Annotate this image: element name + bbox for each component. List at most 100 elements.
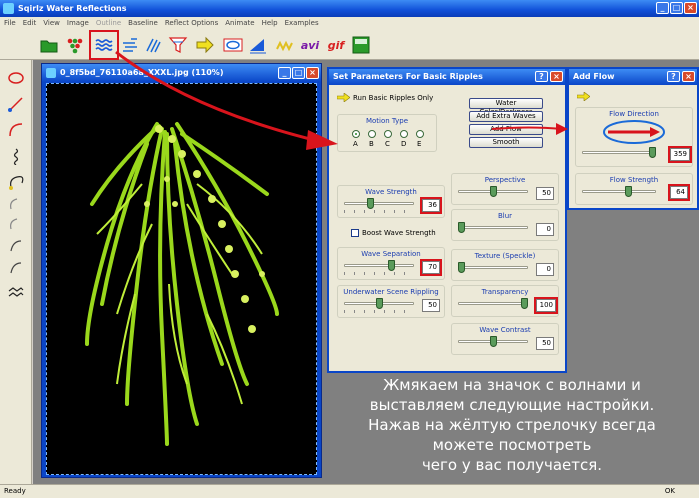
flow-help-button[interactable]: ? (667, 71, 680, 82)
image-icon (46, 68, 56, 78)
lasso-tool-3-icon[interactable] (6, 214, 26, 234)
texture-slider[interactable] (458, 262, 465, 273)
wave-separation-track[interactable] (344, 264, 414, 267)
flow-strength-value[interactable]: 64 (668, 184, 690, 201)
app-title: Sqirlz Water Reflections (18, 4, 127, 13)
run-flow-arrow-icon[interactable] (577, 92, 590, 101)
menu-help[interactable]: Help (262, 17, 278, 30)
menu-edit[interactable]: Edit (23, 17, 37, 30)
wave-strength-track[interactable] (344, 202, 414, 205)
wave-separation-label: Wave Separation (361, 250, 421, 258)
add-flow-dialog: Add Flow ? × Flow Direction 359 Flow Str… (567, 67, 699, 210)
annotation-text: Жмякаем на значок с волнами и выставляем… (332, 375, 692, 475)
water-color-button[interactable]: Water Color/Darkness (469, 98, 543, 116)
motion-label-a: A (353, 140, 358, 148)
texture-track[interactable] (458, 266, 528, 269)
flow-direction-track[interactable] (582, 151, 656, 154)
perspective-slider[interactable] (489, 186, 497, 197)
add-flow-title-bar: Add Flow ? × (569, 69, 697, 85)
motion-radio-b[interactable] (368, 130, 376, 138)
ellipse-tool-icon[interactable] (6, 68, 26, 88)
menu-reflect-options[interactable]: Reflect Options (165, 17, 218, 30)
motion-label-c: C (385, 140, 390, 148)
minimize-button[interactable]: _ (656, 2, 669, 14)
lasso-tool-2-icon[interactable] (6, 194, 26, 214)
flow-strength-slider[interactable] (624, 186, 632, 197)
wave-separation-value[interactable]: 70 (420, 259, 442, 276)
status-bar: Ready OK (0, 484, 699, 498)
wave-strength-group: Wave Strength 36 (337, 185, 445, 218)
line-tool-icon[interactable] (6, 94, 26, 114)
perspective-value[interactable]: 50 (536, 187, 554, 200)
blur-track[interactable] (458, 226, 528, 229)
blur-value[interactable]: 0 (536, 223, 554, 236)
wave-strength-label: Wave Strength (365, 188, 417, 196)
zigzag-tool-icon[interactable] (6, 282, 26, 302)
add-flow-pointer-icon (491, 123, 568, 135)
flow-close-button[interactable]: × (682, 71, 695, 82)
underwater-group: Underwater Scene Rippling 50 (337, 285, 445, 318)
lasso-tool-icon[interactable] (6, 172, 26, 192)
ripples-dialog-title: Set Parameters For Basic Ripples (333, 72, 483, 81)
bend-tool-2-icon[interactable] (6, 258, 26, 278)
transparency-group: Transparency 100 (451, 285, 559, 317)
flow-strength-track[interactable] (582, 190, 656, 193)
menu-baseline[interactable]: Baseline (128, 17, 158, 30)
panel-layout-icon[interactable] (350, 34, 372, 56)
flow-direction-slider[interactable] (649, 147, 656, 158)
motion-type-label: Motion Type (365, 117, 409, 125)
motion-radio-d[interactable] (400, 130, 408, 138)
blur-slider[interactable] (458, 222, 465, 233)
run-ripples-label: Run Basic Ripples Only (353, 94, 434, 102)
wave-strength-value[interactable]: 36 (420, 197, 442, 214)
menu-view[interactable]: View (43, 17, 60, 30)
close-button[interactable]: × (684, 2, 697, 14)
maximize-button[interactable]: □ (670, 2, 683, 14)
flow-direction-group: Flow Direction 359 (575, 107, 693, 167)
transparency-slider[interactable] (521, 298, 528, 309)
motion-label-d: D (401, 140, 407, 148)
motion-radio-c[interactable] (384, 130, 392, 138)
menu-image[interactable]: Image (67, 17, 89, 30)
ripples-dialog: Set Parameters For Basic Ripples ? × Run… (327, 67, 567, 373)
annotation-line-1: Жмякаем на значок с волнами и (383, 376, 641, 394)
perspective-group: Perspective 50 (451, 173, 559, 205)
wave-strength-slider[interactable] (366, 198, 374, 209)
menu-bar: File Edit View Image Outline Baseline Re… (0, 17, 699, 30)
transparency-label: Transparency (481, 288, 529, 296)
blur-label: Blur (497, 212, 513, 220)
wave-contrast-group: Wave Contrast 50 (451, 323, 559, 355)
ripples-help-button[interactable]: ? (535, 71, 548, 82)
dots-effect-icon[interactable] (64, 34, 86, 56)
texture-value[interactable]: 0 (536, 263, 554, 276)
transparency-value[interactable]: 100 (534, 297, 558, 314)
curve-tool-icon[interactable] (6, 120, 26, 140)
open-folder-icon[interactable] (38, 34, 60, 56)
motion-label-e: E (417, 140, 422, 148)
perspective-label: Perspective (484, 176, 526, 184)
status-ok: OK (664, 487, 675, 495)
boost-wave-checkbox[interactable] (351, 229, 359, 237)
bend-tool-icon[interactable] (6, 236, 26, 256)
flow-direction-label: Flow Direction (609, 110, 659, 118)
menu-examples[interactable]: Examples (285, 17, 319, 30)
wave-separation-slider[interactable] (388, 260, 396, 271)
annotation-line-2: выставляем следующие настройки. (369, 396, 655, 414)
menu-outline[interactable]: Outline (96, 17, 121, 30)
menu-file[interactable]: File (4, 17, 16, 30)
underwater-label: Underwater Scene Rippling (343, 288, 439, 296)
menu-animate[interactable]: Animate (225, 17, 254, 30)
motion-radio-a[interactable] (352, 130, 360, 138)
wave-line-tool-icon[interactable] (6, 146, 26, 166)
underwater-slider[interactable] (375, 298, 383, 309)
flow-direction-value[interactable]: 359 (668, 146, 692, 163)
wave-contrast-value[interactable]: 50 (536, 337, 554, 350)
motion-radio-e[interactable] (416, 130, 424, 138)
wave-contrast-slider[interactable] (489, 336, 497, 347)
ripples-close-button[interactable]: × (550, 71, 563, 82)
wave-contrast-label: Wave Contrast (479, 326, 531, 334)
annotation-line-5: чего у вас получается. (421, 456, 603, 474)
transparency-track[interactable] (458, 302, 528, 305)
underwater-value[interactable]: 50 (422, 299, 440, 312)
texture-label: Texture (Speckle) (474, 252, 536, 260)
